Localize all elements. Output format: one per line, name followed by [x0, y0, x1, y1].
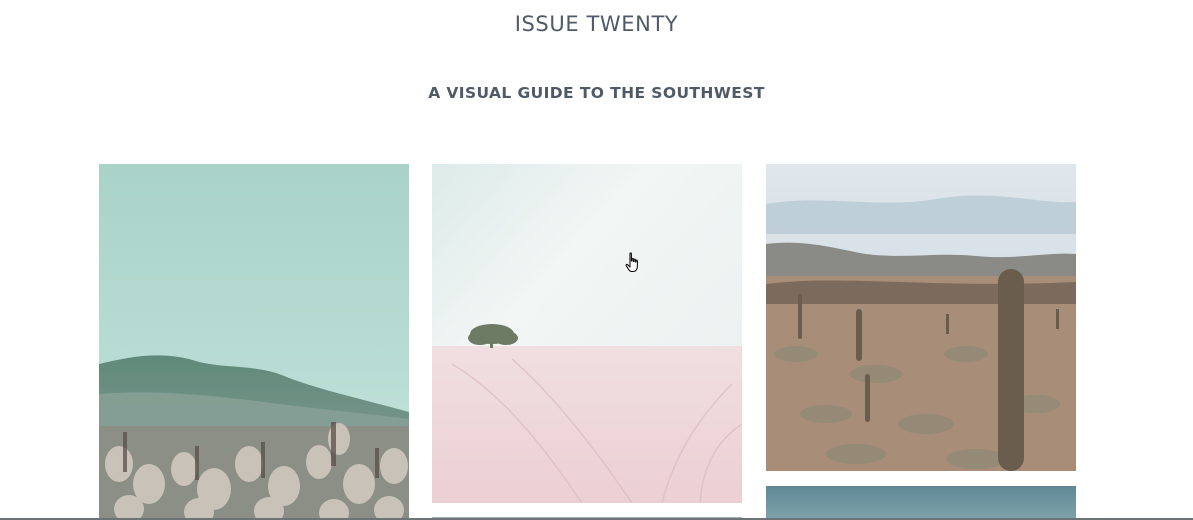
issue-title: ISSUE TWENTY: [514, 12, 679, 36]
photo-pink-desert-image: [432, 164, 742, 503]
photo-saguaro-valley-image: [766, 164, 1076, 471]
photo-teal-landscape-image: [766, 486, 1076, 520]
gallery-photo-teal-landscape[interactable]: [766, 486, 1076, 520]
gallery-photo-saguaro-valley[interactable]: [766, 164, 1076, 471]
issue-subtitle: A VISUAL GUIDE TO THE SOUTHWEST: [428, 84, 765, 102]
photo-cholla-field-image: [99, 164, 409, 520]
gallery-photo-cholla-field[interactable]: [99, 164, 409, 520]
gallery-photo-pink-desert[interactable]: [432, 164, 742, 503]
